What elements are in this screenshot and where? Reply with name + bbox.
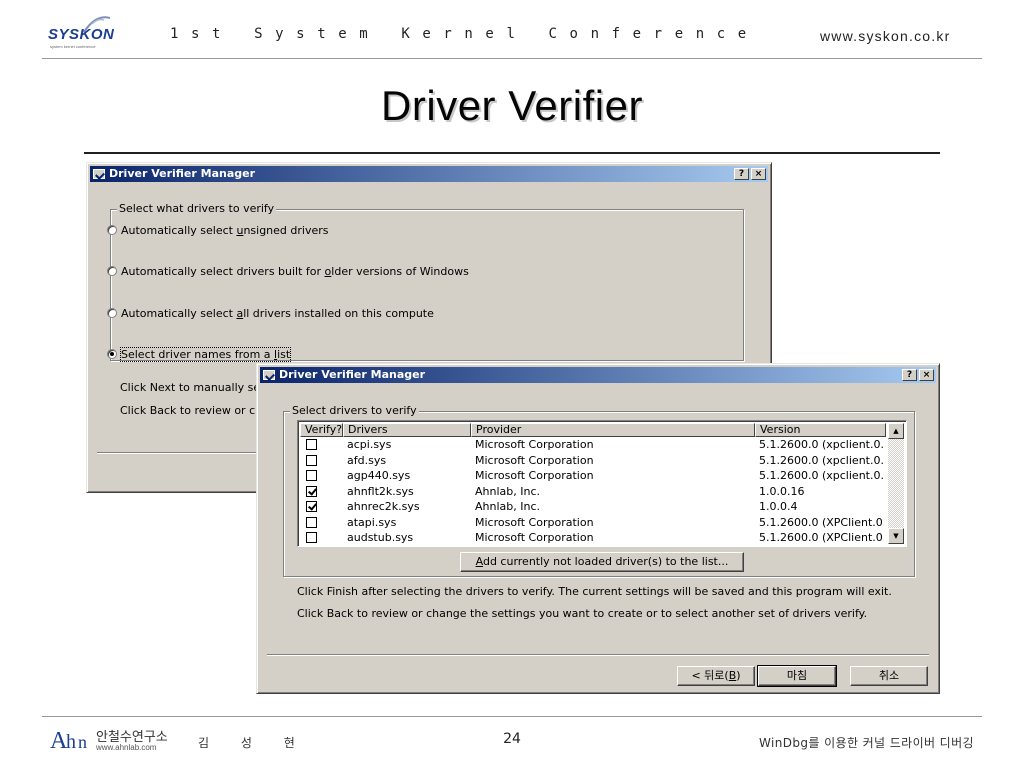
dialog-title: Driver Verifier Manager — [279, 368, 426, 381]
cell-provider: Ahnlab, Inc. — [475, 500, 541, 513]
logo-text: SYSKON — [48, 26, 115, 43]
cell-driver: ahnflt2k.sys — [347, 484, 414, 498]
info-finish-text: Click Finish after selecting the drivers… — [297, 585, 892, 598]
verify-checkbox[interactable] — [306, 516, 317, 528]
cell-driver: afd.sys — [347, 453, 387, 467]
conference-title: 1st System Kernel Conference — [170, 26, 759, 42]
scroll-down-button[interactable]: ▼ — [888, 528, 904, 544]
table-row[interactable]: agp440.sys Microsoft Corporation 5.1.2600.… — [300, 468, 886, 483]
help-button[interactable]: ? — [902, 369, 917, 381]
table-row[interactable]: ahnrec2k.sys Ahnlab, Inc. 1.0.0.4 — [300, 499, 886, 514]
slide-title: Driver Verifier — [381, 82, 643, 129]
table-row[interactable]: ahnflt2k.sys Ahnlab, Inc. 1.0.0.16 — [300, 484, 886, 499]
column-version[interactable]: Version — [755, 423, 886, 437]
add-not-loaded-drivers-button[interactable]: Add currently not loaded driver(s) to th… — [460, 552, 744, 572]
header-divider — [42, 58, 982, 59]
close-button[interactable]: × — [919, 369, 934, 381]
cell-driver: acpi.sys — [347, 438, 392, 451]
cell-driver: audstub.sys — [347, 531, 414, 544]
scroll-up-button[interactable]: ▲ — [888, 423, 904, 439]
cell-driver: agp440.sys — [347, 469, 411, 482]
cell-provider: Microsoft Corporation — [475, 515, 594, 529]
column-verify[interactable]: Verify? — [300, 423, 343, 437]
dialog-titlebar[interactable]: Driver Verifier Manager ? × — [260, 367, 936, 383]
app-icon — [93, 169, 105, 179]
drivers-list[interactable]: Verify? Drivers Provider Version acpi.sy… — [297, 420, 907, 547]
radio-button[interactable] — [107, 225, 117, 235]
list-scrollbar[interactable]: ▲ ▼ — [888, 423, 904, 544]
cell-provider: Ahnlab, Inc. — [475, 484, 541, 498]
button-separator — [97, 452, 267, 454]
cell-provider: Microsoft Corporation — [475, 531, 594, 544]
app-icon — [263, 370, 275, 380]
verify-checkbox-checked[interactable] — [306, 485, 317, 497]
cell-provider: Microsoft Corporation — [475, 469, 594, 482]
option-older-windows-drivers[interactable]: Automatically select drivers built for o… — [107, 265, 469, 278]
verify-checkbox[interactable] — [306, 470, 317, 481]
table-row[interactable]: afd.sys Microsoft Corporation 5.1.2600.0 (… — [300, 453, 886, 468]
column-drivers[interactable]: Drivers — [343, 423, 471, 437]
verify-checkbox-checked[interactable] — [306, 501, 317, 512]
cell-version: 5.1.2600.0 (XPClient.0... — [759, 531, 884, 544]
table-row[interactable]: acpi.sys Microsoft Corporation 5.1.2600.0 … — [300, 437, 886, 452]
footer-divider — [42, 716, 982, 717]
cell-version: 5.1.2600.0 (xpclient.0... — [759, 438, 884, 451]
radio-button[interactable] — [107, 308, 117, 318]
cell-version: 1.0.0.4 — [759, 500, 798, 513]
cell-provider: Microsoft Corporation — [475, 453, 594, 467]
cell-version: 5.1.2600.0 (xpclient.0... — [759, 453, 884, 467]
cell-driver: atapi.sys — [347, 515, 397, 529]
option-select-from-list[interactable]: Select driver names from a list — [107, 347, 292, 362]
hint-back-text: Click Back to review or ch — [120, 404, 263, 417]
verify-checkbox[interactable] — [306, 439, 317, 450]
finish-button[interactable]: 마침 — [757, 665, 837, 687]
radio-button[interactable] — [107, 266, 117, 276]
group-label: Select drivers to verify — [290, 404, 419, 417]
cancel-button[interactable]: 취소 — [850, 666, 928, 686]
table-row[interactable]: atapi.sys Microsoft Corporation 5.1.2600.0… — [300, 515, 886, 530]
column-provider[interactable]: Provider — [471, 423, 755, 437]
footer-note: WinDbg를 이용한 커널 드라이버 디버깅 — [759, 736, 974, 750]
button-separator — [267, 654, 929, 656]
cell-driver: ahnrec2k.sys — [347, 500, 420, 513]
hint-next-text: Click Next to manually sel — [120, 381, 264, 394]
help-button[interactable]: ? — [734, 168, 749, 180]
back-button[interactable]: < 뒤로(B) — [677, 666, 755, 686]
option-all-drivers[interactable]: Automatically select all drivers install… — [107, 307, 434, 320]
conference-url: www.syskon.co.kr — [820, 28, 951, 44]
syskon-logo: SYSKON system kernel conference — [44, 12, 130, 50]
title-divider — [84, 152, 940, 154]
cell-version: 1.0.0.16 — [759, 484, 805, 498]
option-unsigned-drivers[interactable]: Automatically select unsigned drivers — [107, 224, 329, 237]
radio-button-selected[interactable] — [107, 349, 117, 359]
group-label: Select what drivers to verify — [117, 202, 277, 215]
table-row[interactable]: audstub.sys Microsoft Corporation 5.1.2600… — [300, 530, 886, 545]
verify-checkbox[interactable] — [306, 532, 317, 543]
dialog-title: Driver Verifier Manager — [109, 167, 256, 180]
info-back-text: Click Back to review or change the setti… — [297, 607, 868, 620]
cell-version: 5.1.2600.0 (xpclient.0... — [759, 469, 884, 482]
logo-subtext: system kernel conference — [50, 44, 96, 49]
cell-version: 5.1.2600.0 (XPClient.0... — [759, 515, 884, 529]
dialog-titlebar[interactable]: Driver Verifier Manager ? × — [90, 166, 768, 182]
driver-verifier-dialog-front: Driver Verifier Manager ? × Select drive… — [256, 363, 940, 694]
cell-provider: Microsoft Corporation — [475, 438, 594, 451]
close-button[interactable]: × — [751, 168, 766, 180]
verify-checkbox[interactable] — [306, 454, 317, 466]
